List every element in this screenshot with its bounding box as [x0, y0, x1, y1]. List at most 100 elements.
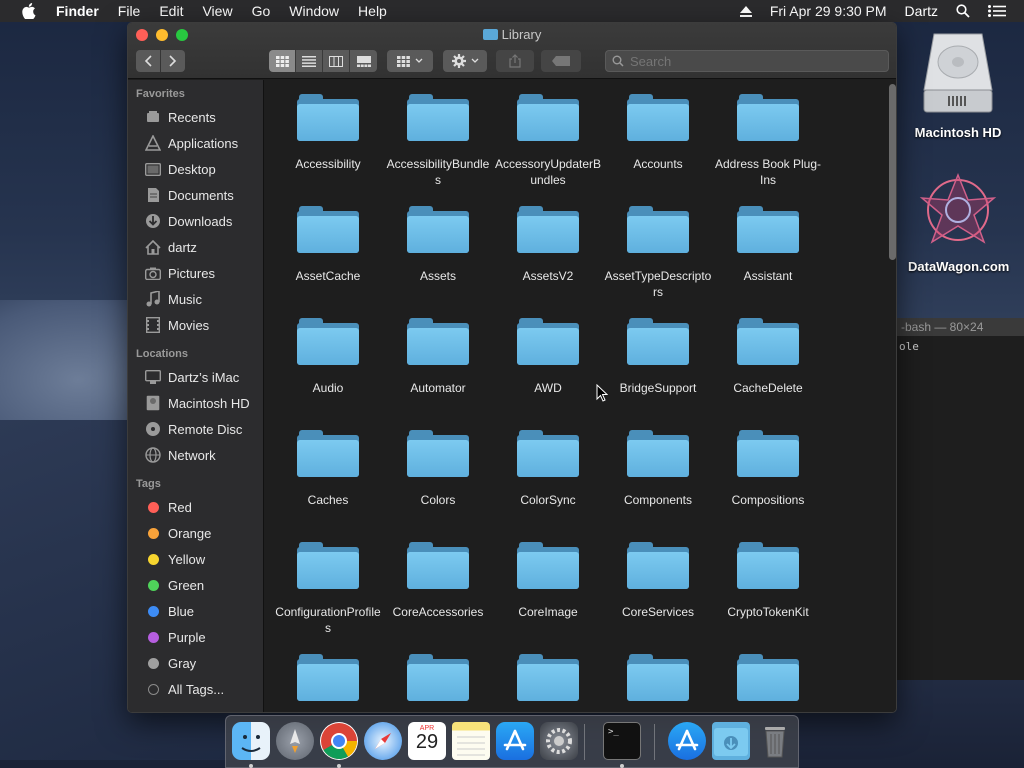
column-view-button[interactable]	[323, 50, 350, 72]
menu-window[interactable]: Window	[289, 3, 339, 19]
folder-name: Assets	[419, 269, 456, 283]
sidebar-tag-red[interactable]: Red	[128, 494, 263, 520]
list-view-button[interactable]	[296, 50, 323, 72]
sidebar-tag-yellow[interactable]: Yellow	[128, 546, 263, 572]
sidebar-item-imac[interactable]: Dartz’s iMac	[128, 364, 263, 390]
forward-button[interactable]	[161, 50, 185, 72]
folder-item[interactable]: ColorSync	[493, 428, 603, 540]
safari-icon[interactable]	[364, 722, 402, 760]
folder-item[interactable]: Caches	[273, 428, 383, 540]
terminal-window[interactable]: -bash — 80×24 ole	[897, 318, 1024, 680]
edit-tags-button[interactable]	[541, 50, 581, 72]
folder-item[interactable]: CoreAccessories	[383, 540, 493, 652]
folder-item[interactable]: BridgeSupport	[603, 316, 713, 428]
desktop-item-macintosh-hd[interactable]: Macintosh HD	[908, 30, 1008, 140]
folder-item[interactable]: Accessibility	[273, 92, 383, 204]
folder-item[interactable]: Assets	[383, 204, 493, 316]
folder-item[interactable]	[273, 652, 383, 712]
sidebar-item-macintosh-hd[interactable]: Macintosh HD	[128, 390, 263, 416]
sidebar-item-recents[interactable]: Recents	[128, 104, 263, 130]
sidebar-tag-blue[interactable]: Blue	[128, 598, 263, 624]
sidebar-tag-purple[interactable]: Purple	[128, 624, 263, 650]
folder-item[interactable]: AccessoryUpdaterBundles	[493, 92, 603, 204]
chrome-icon[interactable]	[320, 722, 358, 760]
gallery-view-button[interactable]	[350, 50, 377, 72]
sidebar-item-network[interactable]: Network	[128, 442, 263, 468]
sidebar-item-movies[interactable]: Movies	[128, 312, 263, 338]
trash-icon[interactable]	[756, 722, 794, 760]
menu-finder[interactable]: Finder	[56, 3, 99, 19]
folder-item[interactable]: CacheDelete	[713, 316, 823, 428]
folder-item[interactable]: CoreImage	[493, 540, 603, 652]
app-store-icon[interactable]	[496, 722, 534, 760]
calendar-icon[interactable]: APR 29	[408, 722, 446, 760]
menu-go[interactable]: Go	[252, 3, 271, 19]
folder-item[interactable]: AccessibilityBundles	[383, 92, 493, 204]
back-button[interactable]	[136, 50, 160, 72]
folder-icon	[517, 652, 579, 702]
action-menu-button[interactable]	[443, 50, 487, 72]
sidebar-item-documents[interactable]: Documents	[128, 182, 263, 208]
folder-item[interactable]: Components	[603, 428, 713, 540]
folder-icon	[627, 204, 689, 254]
sidebar-tag-gray[interactable]: Gray	[128, 650, 263, 676]
menubar-user[interactable]: Dartz	[905, 3, 938, 19]
icon-view-button[interactable]	[269, 50, 296, 72]
eject-icon[interactable]	[739, 5, 752, 17]
downloads-folder-icon[interactable]	[712, 722, 750, 760]
folder-item[interactable]	[603, 652, 713, 712]
file-browser-content[interactable]: Accessibility AccessibilityBundles Accesso…	[265, 80, 896, 712]
spotlight-search-icon[interactable]	[956, 4, 970, 18]
terminal-icon[interactable]: >_	[603, 722, 641, 760]
vertical-scrollbar[interactable]	[889, 84, 896, 260]
folder-item[interactable]: AssetTypeDescriptors	[603, 204, 713, 316]
search-input[interactable]	[630, 53, 870, 69]
finder-icon[interactable]	[232, 722, 270, 760]
folder-item[interactable]: Address Book Plug-Ins	[713, 92, 823, 204]
folder-item[interactable]: Assistant	[713, 204, 823, 316]
sidebar-item-applications[interactable]: Applications	[128, 130, 263, 156]
notes-icon[interactable]	[452, 722, 490, 760]
launchpad-icon[interactable]	[276, 722, 314, 760]
folder-item[interactable]: Automator	[383, 316, 493, 428]
folder-item[interactable]: Colors	[383, 428, 493, 540]
sidebar-item-remote-disc[interactable]: Remote Disc	[128, 416, 263, 442]
folder-item[interactable]: ConfigurationProfiles	[273, 540, 383, 652]
terminal-titlebar[interactable]: -bash — 80×24	[897, 318, 1024, 336]
sidebar-item-home[interactable]: dartz	[128, 234, 263, 260]
folder-item[interactable]	[713, 652, 823, 712]
menu-file[interactable]: File	[118, 3, 141, 19]
sidebar-item-music[interactable]: Music	[128, 286, 263, 312]
apple-menu-icon[interactable]	[22, 3, 36, 19]
group-by-button[interactable]	[387, 50, 433, 72]
folder-item[interactable]: AssetCache	[273, 204, 383, 316]
folder-item[interactable]: Compositions	[713, 428, 823, 540]
sidebar-tag-orange[interactable]: Orange	[128, 520, 263, 546]
folder-item[interactable]	[493, 652, 603, 712]
menu-edit[interactable]: Edit	[159, 3, 183, 19]
view-mode-selector[interactable]	[269, 50, 377, 72]
sidebar-all-tags[interactable]: All Tags...	[128, 676, 263, 702]
sidebar-tag-green[interactable]: Green	[128, 572, 263, 598]
notification-center-icon[interactable]	[988, 5, 1006, 17]
share-button[interactable]	[496, 50, 534, 72]
sidebar-item-downloads[interactable]: Downloads	[128, 208, 263, 234]
app-store-downloads-icon[interactable]	[668, 722, 706, 760]
folder-item[interactable]: Accounts	[603, 92, 713, 204]
menu-view[interactable]: View	[202, 3, 232, 19]
folder-item[interactable]: CryptoTokenKit	[713, 540, 823, 652]
folder-item[interactable]	[383, 652, 493, 712]
menu-help[interactable]: Help	[358, 3, 387, 19]
search-field[interactable]	[605, 50, 889, 72]
folder-icon	[297, 428, 359, 478]
tag-dot	[147, 631, 159, 643]
sidebar-item-pictures[interactable]: Pictures	[128, 260, 263, 286]
folder-item[interactable]: CoreServices	[603, 540, 713, 652]
system-preferences-icon[interactable]	[540, 722, 578, 760]
sidebar-item-desktop[interactable]: Desktop	[128, 156, 263, 182]
folder-item[interactable]: AssetsV2	[493, 204, 603, 316]
menubar-clock[interactable]: Fri Apr 29 9:30 PM	[770, 3, 887, 19]
folder-item[interactable]: Audio	[273, 316, 383, 428]
folder-item[interactable]: AWD	[493, 316, 603, 428]
desktop-item-datawagon[interactable]: DataWagon.com	[908, 170, 1009, 274]
